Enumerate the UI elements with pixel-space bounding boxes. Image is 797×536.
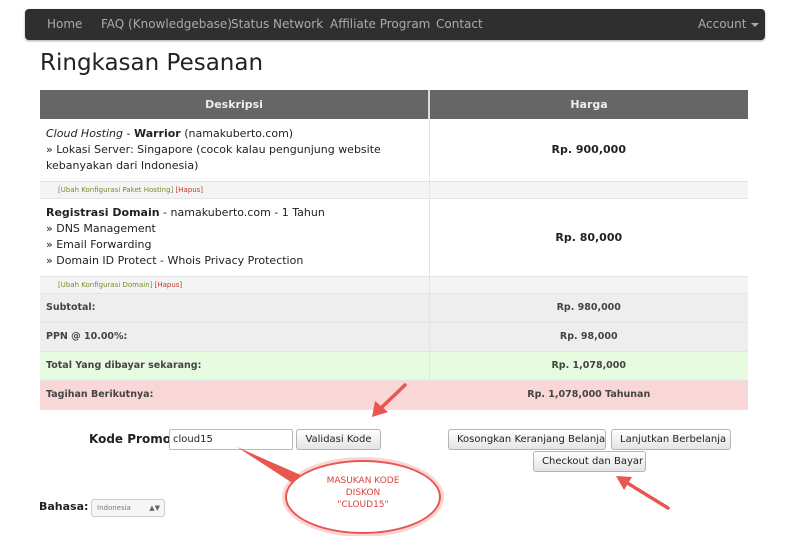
recurring-value: Rp. 1,078,000 Tahunan [429, 380, 748, 410]
callout-line-1: MASUKAN KODE [326, 476, 400, 486]
account-label: Account [698, 17, 747, 31]
domain-addon-idprotect: » Domain ID Protect - Whois Privacy Prot… [46, 254, 304, 267]
tax-row: PPN @ 10.00%: Rp. 98,000 [40, 322, 748, 352]
domain-description: Registrasi Domain - namakuberto.com - 1 … [40, 198, 430, 277]
callout-line-3: "CLOUD15" [337, 500, 389, 510]
checkout-button[interactable]: Checkout dan Bayar [533, 451, 646, 472]
table-row-domain: Registrasi Domain - namakuberto.com - 1 … [40, 198, 748, 277]
domain-detail: - namakuberto.com - 1 Tahun [159, 206, 325, 219]
nav-affiliate-program[interactable]: Affiliate Program [330, 9, 430, 40]
arrow-to-checkout-icon [616, 476, 670, 510]
table-row-hosting-actions: [Ubah Konfigurasi Paket Hosting] [Hapus] [40, 181, 748, 199]
nav-contact[interactable]: Contact [436, 9, 483, 40]
continue-shopping-button[interactable]: Lanjutkan Berbelanja [611, 429, 731, 450]
total-label: Total Yang dibayar sekarang: [40, 351, 430, 381]
empty-cart-button[interactable]: Kosongkan Keranjang Belanja [448, 429, 606, 450]
hosting-product-name: Cloud Hosting [46, 126, 123, 140]
page-title: Ringkasan Pesanan [40, 50, 264, 76]
domain-price: Rp. 80,000 [429, 198, 748, 277]
domain-addon-email: » Email Forwarding [46, 238, 152, 251]
tax-label: PPN @ 10.00%: [40, 322, 430, 352]
subtotal-label: Subtotal: [40, 293, 430, 323]
table-row-domain-actions: [Ubah Konfigurasi Domain] [Hapus] [40, 276, 748, 294]
language-label: Bahasa: [39, 500, 89, 513]
total-row: Total Yang dibayar sekarang: Rp. 1,078,0… [40, 351, 748, 381]
remove-hosting-link[interactable]: [Hapus] [176, 186, 204, 194]
header-description: Deskripsi [40, 90, 430, 119]
hosting-description: Cloud Hosting - Warrior (namakuberto.com… [40, 119, 430, 182]
validate-code-button[interactable]: Validasi Kode [296, 429, 381, 450]
nav-status-network[interactable]: Status Network [231, 9, 323, 40]
hosting-price: Rp. 900,000 [429, 119, 748, 182]
total-value: Rp. 1,078,000 [429, 351, 748, 381]
caret-down-icon [751, 22, 760, 27]
top-navbar: Home FAQ (Knowledgebase) Status Network … [25, 9, 765, 40]
select-arrows-icon: ▲▼ [149, 504, 160, 512]
hosting-plan-name: Warrior [133, 126, 181, 140]
table-row-hosting: Cloud Hosting - Warrior (namakuberto.com… [40, 119, 748, 182]
recurring-row: Tagihan Berikutnya: Rp. 1,078,000 Tahuna… [40, 380, 748, 410]
hosting-server-location: » Lokasi Server: Singapore (cocok kalau … [46, 142, 381, 172]
promo-code-input[interactable] [169, 429, 293, 450]
header-price: Harga [429, 90, 748, 119]
hosting-domain: (namakuberto.com) [180, 126, 294, 140]
subtotal-row: Subtotal: Rp. 980,000 [40, 293, 748, 323]
table-header-row: Deskripsi Harga [40, 90, 748, 119]
subtotal-value: Rp. 980,000 [429, 293, 748, 323]
nav-home[interactable]: Home [47, 9, 82, 40]
recurring-label: Tagihan Berikutnya: [40, 380, 430, 410]
language-select[interactable]: Indonesia ▲▼ [91, 499, 165, 517]
domain-addon-dns: » DNS Management [46, 222, 156, 235]
tax-value: Rp. 98,000 [429, 322, 748, 352]
callout-line-2: DISKON [345, 488, 381, 498]
nav-faq[interactable]: FAQ (Knowledgebase) [101, 9, 232, 40]
remove-domain-link[interactable]: [Hapus] [155, 281, 183, 289]
language-selected-value: Indonesia [97, 504, 131, 512]
edit-domain-config-link[interactable]: [Ubah Konfigurasi Domain] [58, 281, 152, 289]
order-summary-table: Deskripsi Harga Cloud Hosting - Warrior … [40, 90, 748, 410]
edit-hosting-config-link[interactable]: [Ubah Konfigurasi Paket Hosting] [58, 186, 173, 194]
nav-account-dropdown[interactable]: Account [698, 9, 760, 40]
promo-code-callout: MASUKAN KODE DISKON "CLOUD15" [285, 460, 441, 534]
domain-product-name: Registrasi Domain [46, 206, 160, 219]
